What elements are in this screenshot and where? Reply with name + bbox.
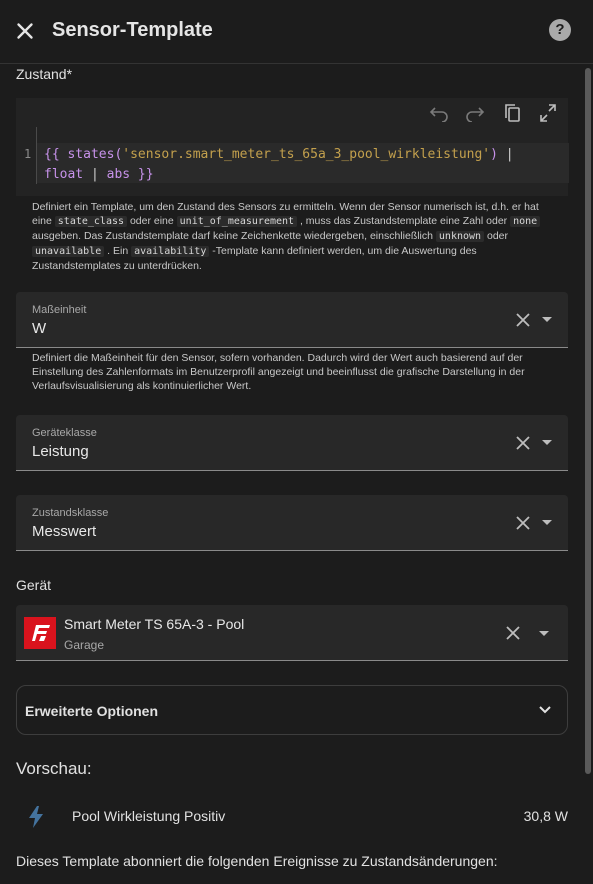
code-token: float [44,167,84,182]
device-picker[interactable]: Smart Meter TS 65A-3 - Pool Garage [16,605,568,661]
advanced-options-expander[interactable]: Erweiterte Optionen [16,685,568,735]
device-class-value: Leistung [32,443,89,460]
close-icon[interactable] [12,18,38,44]
chevron-down-icon[interactable] [538,703,552,717]
device-name: Smart Meter TS 65A-3 - Pool [64,616,245,632]
advanced-options-label: Erweiterte Optionen [25,703,159,719]
line-number: 1 [24,147,32,161]
help-icon[interactable]: ? [549,19,571,41]
scrollbar[interactable] [585,68,591,774]
clear-icon[interactable] [514,434,532,452]
state-section-label: Zustand* [16,66,73,82]
unit-label: Maßeinheit [32,304,87,316]
device-section-label: Gerät [16,577,52,593]
caret-down-icon[interactable] [539,631,549,636]
dialog-title: Sensor-Template [52,19,213,41]
dialog-header: Sensor-Template ? [0,0,593,64]
code-token: abs [106,167,131,182]
caret-down-icon[interactable] [542,440,552,445]
code-token: }} [130,167,154,182]
template-code[interactable]: {{ states('sensor.smart_meter_ts_65a_3_p… [44,145,564,185]
redo-icon[interactable] [463,104,487,122]
unit-help-text: Definiert die Maßeinheit für den Sensor,… [32,352,525,392]
device-class-label: Geräteklasse [32,427,97,439]
code-token: {{ [44,147,68,162]
code-token: | [505,147,514,162]
state-class-select[interactable]: Zustandsklasse Messwert [16,495,568,551]
device-class-select[interactable]: Geräteklasse Leistung [16,415,568,471]
caret-down-icon[interactable] [542,317,552,322]
code-token: | [83,167,107,182]
device-brand-logo [24,617,56,649]
code-token: ) [490,147,506,162]
copy-icon[interactable] [500,104,524,122]
clear-icon[interactable] [504,624,522,642]
clear-icon[interactable] [514,311,532,329]
caret-down-icon[interactable] [542,520,552,525]
unit-select[interactable]: Maßeinheit W [16,292,568,348]
clear-icon[interactable] [514,514,532,532]
fullscreen-icon[interactable] [536,104,560,122]
preview-entity-name: Pool Wirkleistung Positiv [72,808,226,824]
undo-icon[interactable] [427,104,451,122]
sensor-template-dialog: Sensor-Template ? Zustand* 1 {{ states('… [0,0,593,884]
code-token: states( [67,147,123,162]
unit-value: W [32,320,47,337]
preview-title: Vorschau: [16,759,92,778]
state-class-label: Zustandsklasse [32,507,109,519]
state-help-text: Definiert ein Template, um den Zustand d… [32,201,541,272]
code-token: 'sensor.smart_meter_ts_65a_3_pool_wirkle… [122,147,491,162]
preview-entity-state: 30,8 W [523,808,568,824]
subscription-info-text: Dieses Template abonniert die folgenden … [16,853,498,869]
device-area: Garage [64,638,105,652]
lightning-bolt-icon [29,806,43,828]
editor-toolbar [419,104,560,122]
state-class-value: Messwert [32,523,97,540]
